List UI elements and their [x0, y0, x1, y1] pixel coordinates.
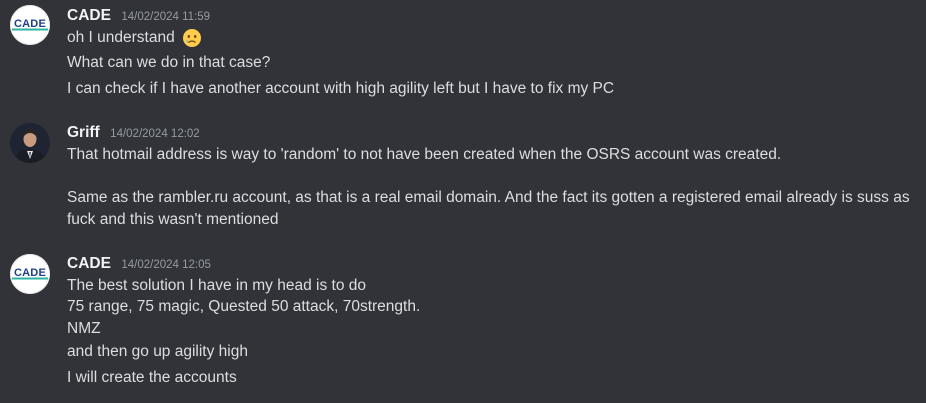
message-line: oh I understand — [67, 28, 202, 48]
username[interactable]: CADE — [67, 7, 111, 24]
message-header: CADE 14/02/2024 12:05 — [67, 255, 211, 273]
griff-avatar-image — [10, 123, 50, 163]
cade-logo: CADE — [12, 265, 48, 283]
avatar[interactable]: CADE — [10, 254, 50, 294]
username[interactable]: Griff — [67, 124, 100, 141]
crying-face-emoji[interactable] — [182, 28, 202, 48]
timestamp[interactable]: 14/02/2024 12:05 — [121, 259, 211, 271]
message-line: The best solution I have in my head is t… — [67, 277, 366, 294]
avatar[interactable]: CADE — [10, 5, 50, 45]
message-header: CADE 14/02/2024 11:59 — [67, 7, 210, 25]
cade-logo: CADE — [12, 16, 48, 34]
message-header: Griff 14/02/2024 12:02 — [67, 124, 200, 142]
username[interactable]: CADE — [67, 255, 111, 272]
message-line: NMZ — [67, 320, 101, 337]
message-line: I can check if I have another account wi… — [67, 80, 615, 97]
message-line: 75 range, 75 magic, Quested 50 attack, 7… — [67, 298, 421, 315]
message-text: oh I understand — [67, 29, 175, 47]
message-line: and then go up agility high — [67, 343, 248, 360]
message-line: What can we do in that case? — [67, 54, 271, 71]
avatar[interactable] — [10, 123, 50, 163]
message-line: I will create the accounts — [67, 369, 237, 386]
timestamp[interactable]: 14/02/2024 11:59 — [121, 11, 210, 23]
message-line: That hotmail address is way to 'random' … — [67, 146, 782, 163]
message-line: fuck and this wasn't mentioned — [67, 211, 279, 228]
message-line: Same as the rambler.ru account, as that … — [67, 189, 910, 206]
timestamp[interactable]: 14/02/2024 12:02 — [110, 128, 200, 140]
